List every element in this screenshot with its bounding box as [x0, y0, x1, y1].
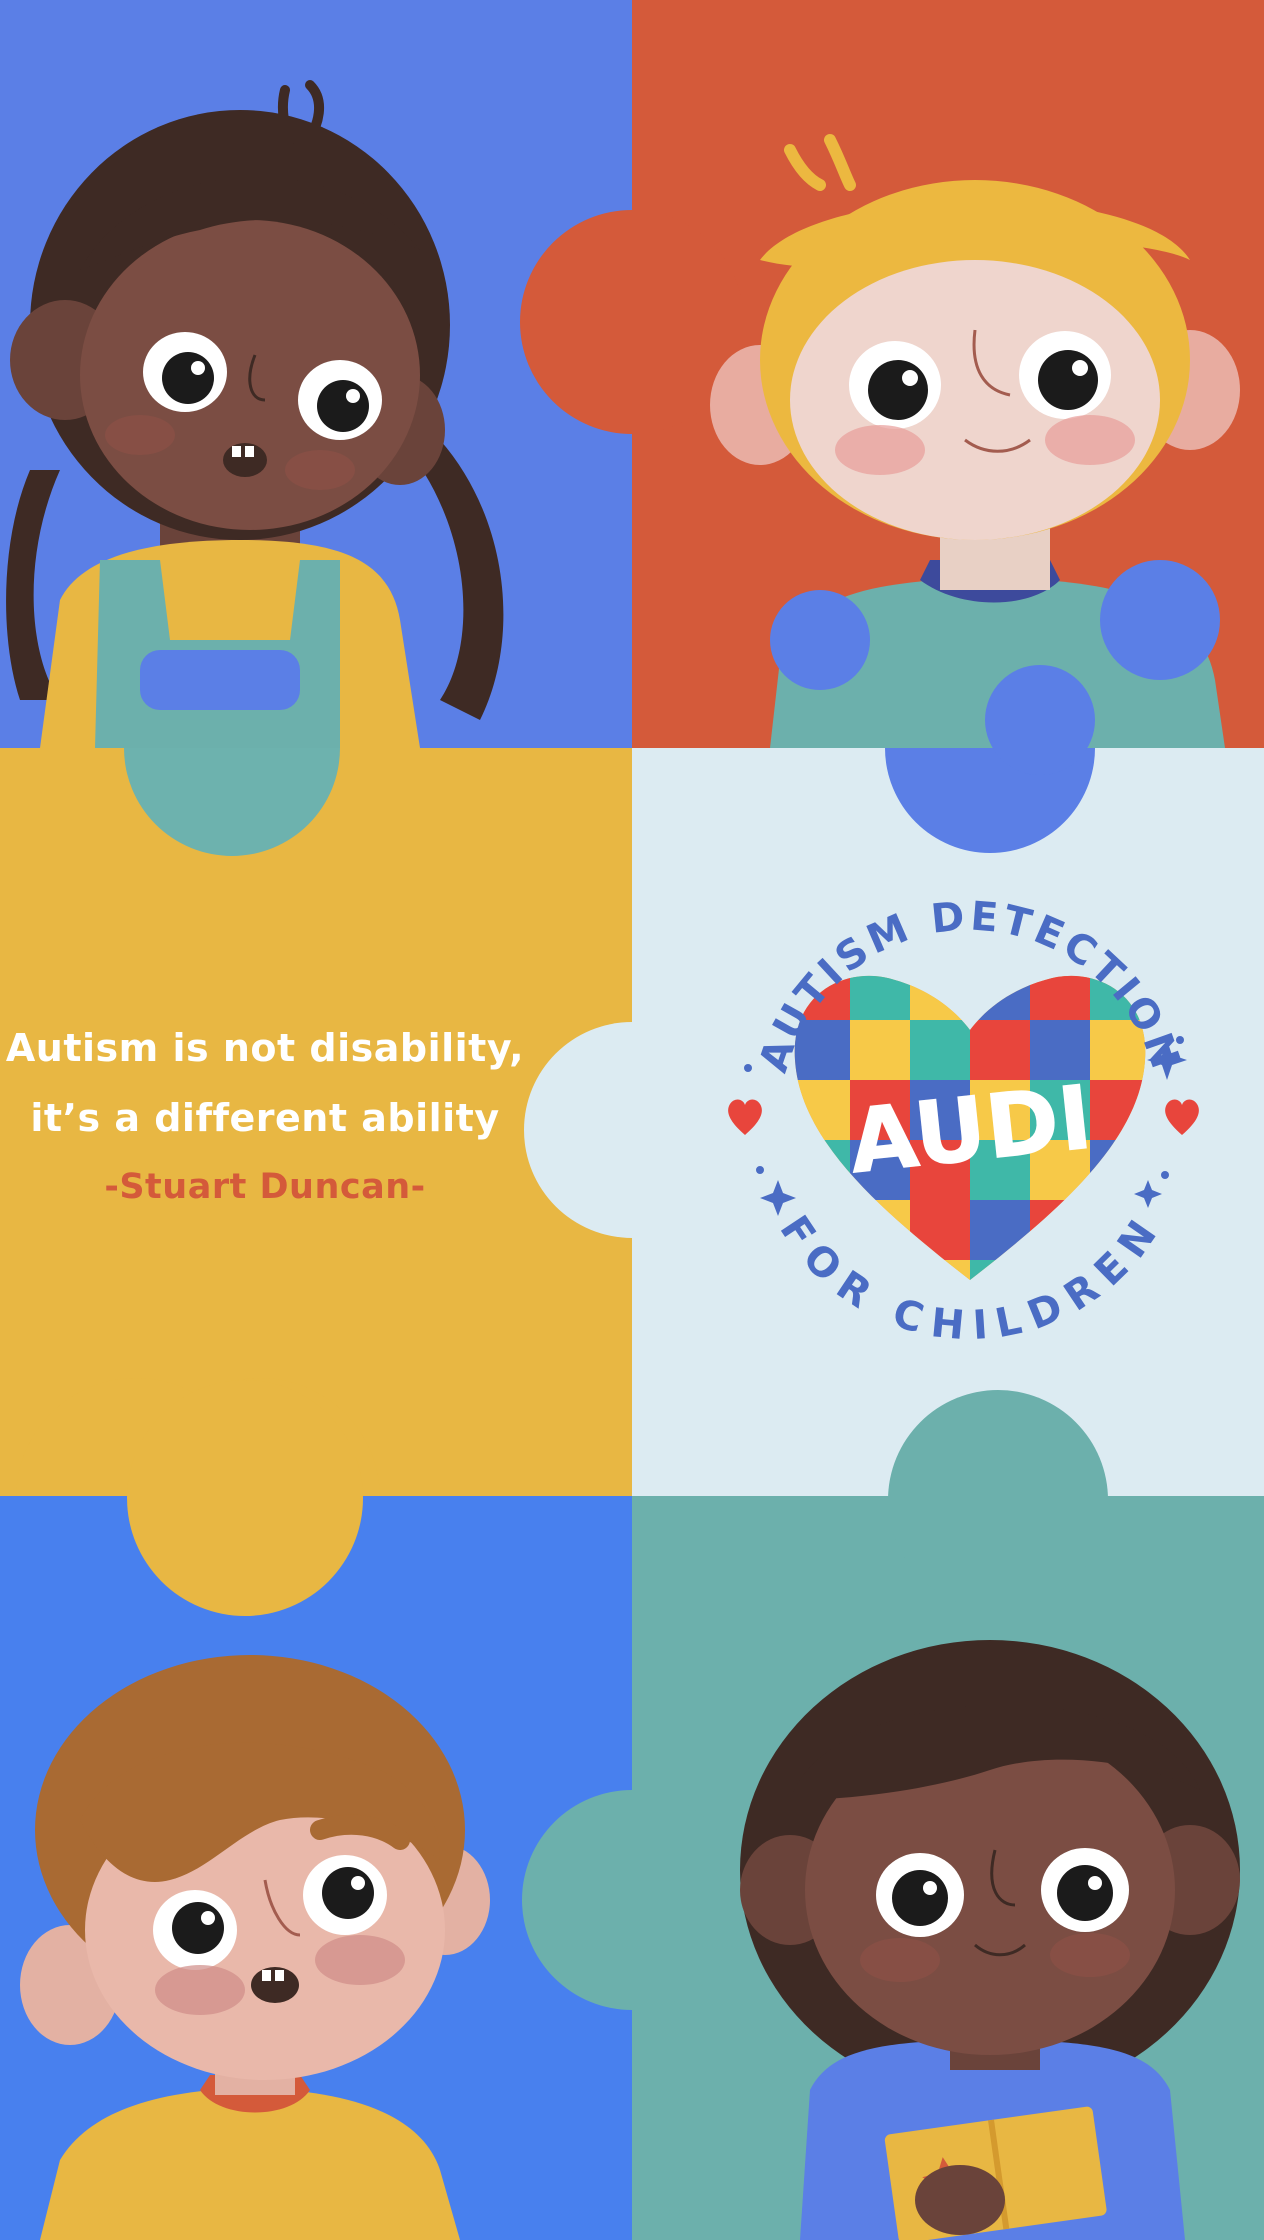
- quote-author: -Stuart Duncan-: [104, 1167, 426, 1207]
- child-illustration-with-book: [740, 1640, 1240, 2240]
- quote-line-2: it’s a different ability: [30, 1096, 500, 1140]
- child-illustration-curly-hair: [20, 1655, 490, 2240]
- poster: AUDI AUTISM DETECTION FOR CHILDREN Autis…: [0, 0, 1264, 2240]
- quote-line-1: Autism is not disability,: [5, 1026, 525, 1070]
